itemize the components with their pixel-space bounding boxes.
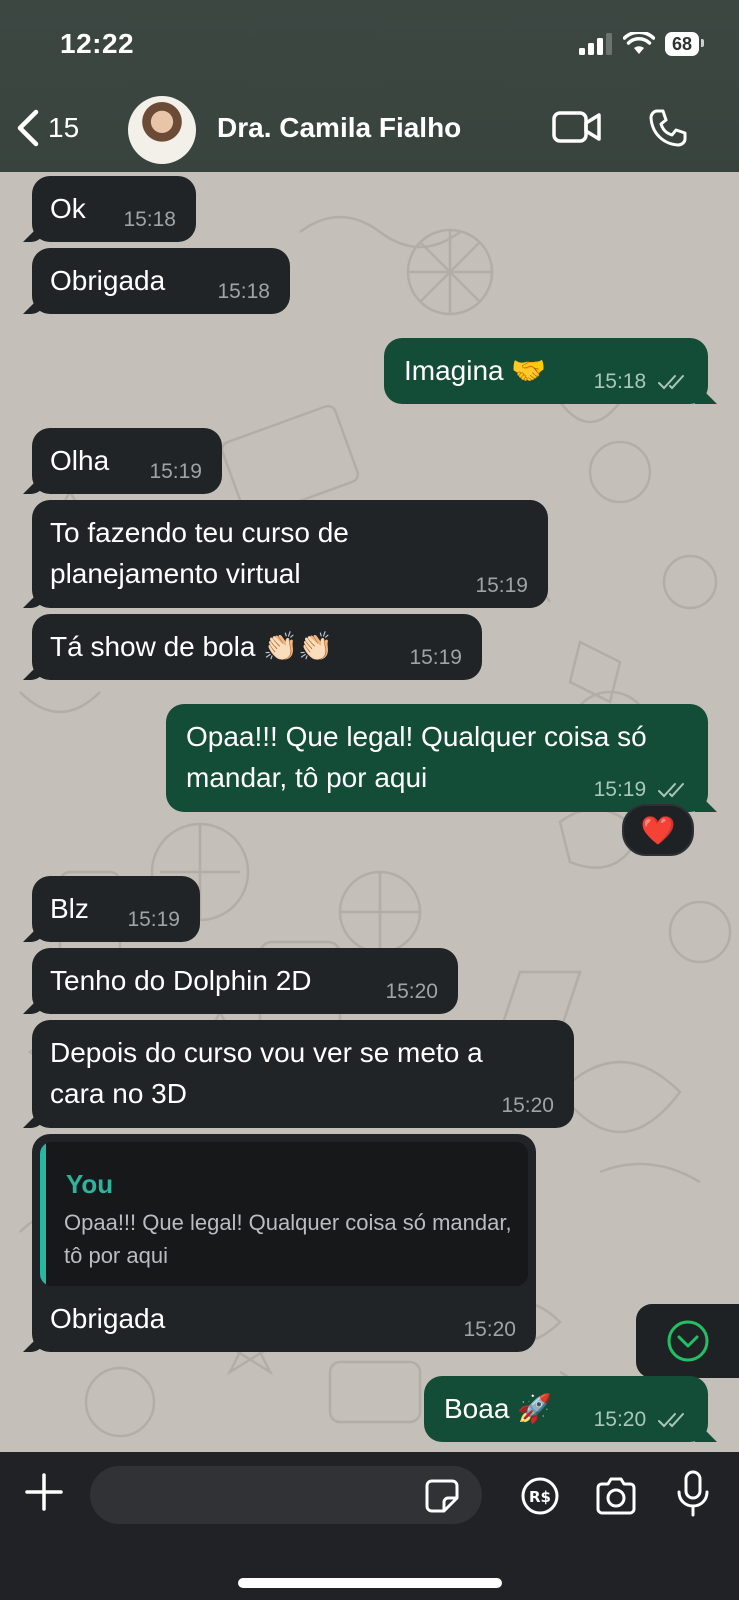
message-text: Blz — [50, 893, 89, 924]
message-bubble-incoming[interactable]: Depois do curso vou ver se meto a cara n… — [32, 1020, 574, 1128]
message-time: 15:20 — [594, 1408, 688, 1432]
sticker-icon[interactable] — [424, 1478, 460, 1514]
message-composer: R$ — [0, 1452, 739, 1600]
microphone-icon[interactable] — [676, 1470, 710, 1518]
message-time: 15:20 — [501, 1094, 554, 1117]
message-time-value: 15:20 — [593, 1408, 647, 1431]
payment-icon[interactable]: R$ — [520, 1476, 560, 1516]
scroll-down-icon — [667, 1320, 708, 1362]
message-text: Olha — [50, 445, 110, 476]
message-bubble-outgoing[interactable]: Opaa!!! Que legal! Qualquer coisa só man… — [166, 704, 708, 812]
battery-indicator: 68 — [664, 32, 705, 56]
message-bubble-incoming-reply[interactable]: You Opaa!!! Que legal! Qualquer coisa só… — [32, 1134, 536, 1352]
message-text: Boaa 🚀 — [444, 1393, 553, 1424]
message-time: 15:19 — [127, 908, 180, 931]
message-text: Ok — [50, 193, 86, 224]
read-ticks-icon — [658, 375, 684, 390]
message-text: Tenho do Dolphin 2D — [50, 965, 312, 996]
phone-icon[interactable] — [648, 108, 688, 148]
quote-text: Opaa!!! Que legal! Qualquer coisa só man… — [64, 1210, 512, 1268]
message-text: Depois do curso vou ver se meto a cara n… — [50, 1037, 483, 1109]
quote-author: You — [66, 1169, 114, 1199]
message-bubble-incoming[interactable]: Obrigada 15:18 — [32, 248, 290, 314]
message-bubble-outgoing[interactable]: Boaa 🚀 15:20 — [424, 1376, 708, 1442]
message-text: Obrigada — [50, 265, 166, 296]
message-text: To fazendo teu curso de planejamento vir… — [50, 517, 349, 589]
quote-accent-bar — [40, 1142, 46, 1286]
signal-icon — [578, 33, 612, 55]
plus-icon[interactable] — [24, 1472, 64, 1512]
message-time: 15:18 — [217, 280, 270, 303]
read-ticks-icon — [658, 1413, 684, 1428]
contact-avatar[interactable] — [128, 96, 196, 164]
message-bubble-incoming[interactable]: Olha 15:19 — [32, 428, 222, 494]
contact-name[interactable]: Dra. Camila Fialho — [217, 112, 461, 144]
message-time: 15:19 — [475, 574, 528, 597]
message-text: Imagina 🤝 — [404, 355, 547, 386]
message-time: 15:19 — [594, 778, 688, 802]
message-time-value: 15:18 — [593, 370, 647, 393]
message-time: 15:20 — [463, 1318, 516, 1341]
message-bubble-incoming[interactable]: Ok 15:18 — [32, 176, 196, 242]
wifi-icon — [622, 32, 655, 54]
scroll-to-bottom-button[interactable] — [636, 1304, 739, 1378]
quoted-message[interactable]: You Opaa!!! Que legal! Qualquer coisa só… — [40, 1142, 528, 1286]
chat-area[interactable]: Ok 15:18 Obrigada 15:18 Imagina 🤝 15:18 … — [0, 172, 739, 1452]
back-chevron-icon — [17, 109, 39, 147]
message-text: Obrigada — [50, 1303, 166, 1334]
svg-text:R$: R$ — [529, 1488, 551, 1506]
heart-reaction[interactable]: ❤️ — [622, 804, 694, 856]
status-time: 12:22 — [60, 28, 135, 59]
message-bubble-incoming[interactable]: Blz 15:19 — [32, 876, 200, 942]
message-bubble-incoming[interactable]: Tenho do Dolphin 2D 15:20 — [32, 948, 458, 1014]
home-indicator — [238, 1578, 502, 1588]
video-call-icon[interactable] — [552, 110, 602, 144]
message-time: 15:20 — [385, 980, 438, 1003]
message-time-value: 15:19 — [593, 778, 647, 801]
message-bubble-outgoing[interactable]: Imagina 🤝 15:18 — [384, 338, 708, 404]
message-time: 15:19 — [409, 646, 462, 669]
read-ticks-icon — [658, 783, 684, 798]
message-bubble-incoming[interactable]: Tá show de bola 👏🏻👏🏻 15:19 — [32, 614, 482, 680]
message-text: Opaa!!! Que legal! Qualquer coisa só man… — [186, 721, 647, 793]
message-text: Tá show de bola 👏🏻👏🏻 — [50, 631, 333, 662]
chat-header: 12:22 68 15 Dra. Camila Fialho — [0, 0, 739, 172]
status-icons: 68 — [578, 32, 705, 56]
message-time: 15:18 — [123, 208, 176, 231]
message-time: 15:18 — [594, 370, 688, 394]
back-button[interactable]: 15 — [14, 108, 79, 148]
unread-count: 15 — [48, 112, 80, 143]
message-time: 15:19 — [149, 460, 202, 483]
camera-icon[interactable] — [594, 1476, 638, 1516]
message-bubble-incoming[interactable]: To fazendo teu curso de planejamento vir… — [32, 500, 548, 608]
